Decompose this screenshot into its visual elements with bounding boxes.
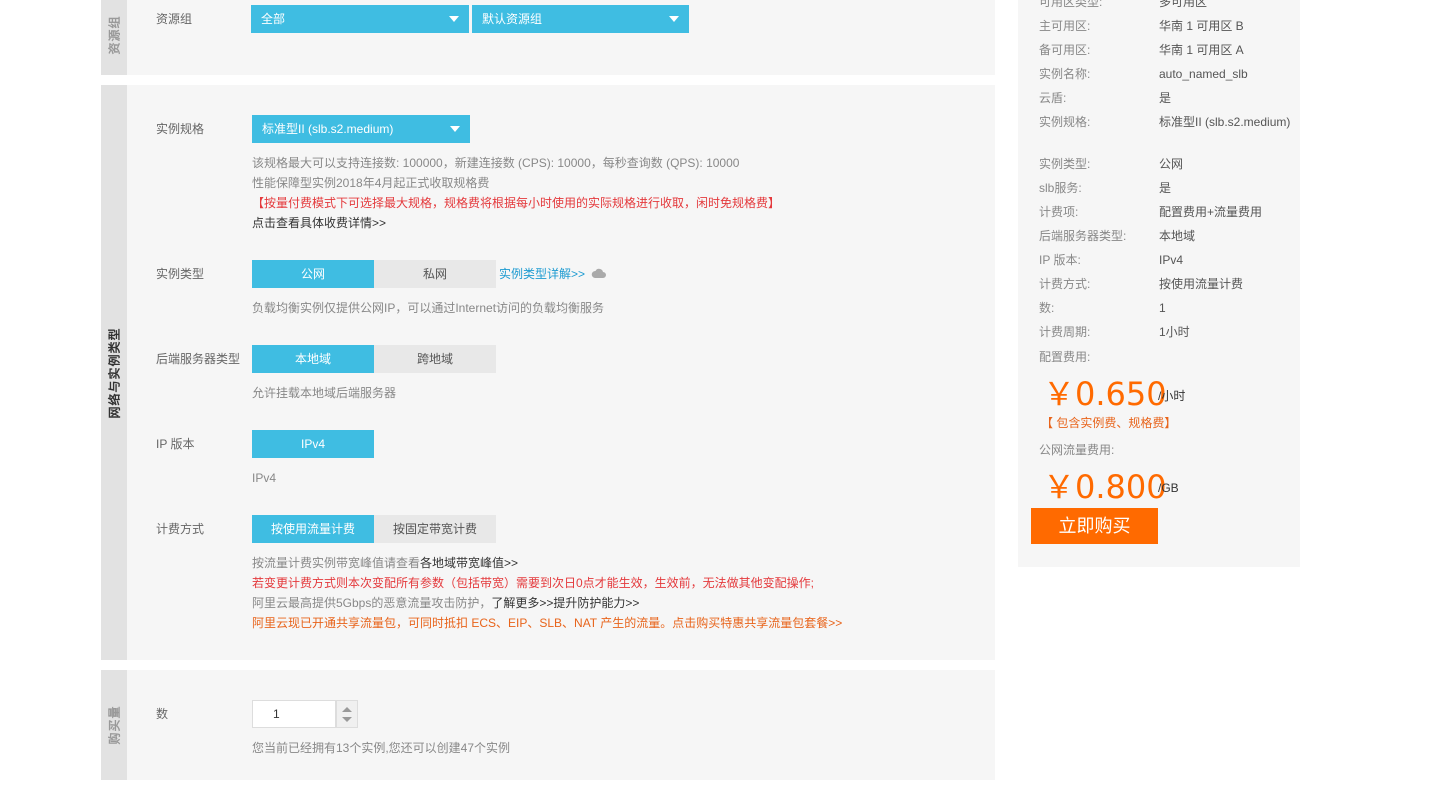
resource-group-filter-dropdown[interactable]: 全部	[251, 5, 469, 33]
summary-row-value: 配置费用+流量费用	[1159, 205, 1263, 219]
instance-type-detail[interactable]: 实例类型详解>>	[499, 264, 607, 285]
instance-type-label: 实例类型	[156, 267, 205, 281]
chevron-down-icon	[449, 16, 459, 22]
summary-row-value: 是	[1159, 181, 1172, 195]
summary-row-key: 实例规格:	[1039, 115, 1091, 129]
backend-type-label: 后端服务器类型	[156, 352, 241, 366]
purchase-side-tab: 购买量	[101, 670, 127, 780]
summary-row-value: IPv4	[1159, 253, 1184, 267]
billing-change-warning: 若变更计费方式则本次变配所有参数（包括带宽）需要到次日0点才能生效，生效前，无法…	[252, 576, 815, 590]
instance-type-detail-link[interactable]: 实例类型详解>>	[499, 267, 585, 281]
billing-method-label: 计费方式	[156, 522, 205, 536]
summary-row-value: 按使用流量计费	[1159, 277, 1244, 291]
summary-row-key: IP 版本:	[1039, 253, 1081, 267]
summary-row-key: 实例类型:	[1039, 157, 1091, 171]
shared-traffic-package-link[interactable]: 阿里云现已开通共享流量包，可同时抵扣 ECS、EIP、SLB、NAT 产生的流量…	[252, 613, 842, 633]
config-fee-price: ￥0.650	[1043, 375, 1167, 413]
summary-row-key: 云盾:	[1039, 91, 1067, 105]
summary-row-value: 多可用区	[1159, 0, 1208, 9]
ip-version-label: IP 版本	[156, 437, 195, 451]
traffic-fee-price: ￥0.800	[1043, 468, 1167, 506]
config-fee-unit: /小时	[1158, 389, 1186, 403]
dropdown-value: 默认资源组	[482, 12, 543, 26]
summary-row-value: 华南 1 可用区 B	[1159, 19, 1244, 33]
billing-traffic-button[interactable]: 按使用流量计费	[252, 515, 374, 543]
summary-row-key: 后端服务器类型:	[1039, 229, 1127, 243]
purchase-section: 购买量 数 1 您当前已经拥有13个实例,您还可以创建47个实例	[101, 670, 995, 780]
backend-type-desc: 允许挂载本地域后端服务器	[252, 386, 397, 400]
summary-row-key: 计费项:	[1039, 205, 1079, 219]
summary-row-value: 是	[1159, 91, 1172, 105]
spec-label: 实例规格	[156, 122, 205, 136]
dropdown-value: 全部	[261, 12, 286, 26]
summary-row-value: 华南 1 可用区 A	[1159, 43, 1244, 57]
network-side-tab: 网络与实例类型	[101, 85, 127, 660]
ddos-protection-note: 阿里云最高提供5Gbps的恶意流量攻击防护，了解更多>>提升防护能力>>	[252, 596, 640, 610]
instance-type-public-button[interactable]: 公网	[252, 260, 374, 288]
instance-type-private-button[interactable]: 私网	[374, 260, 496, 288]
summary-row-value: 标准型II (slb.s2.medium)	[1159, 115, 1291, 129]
spec-capacity-text: 该规格最大可以支持连接数: 100000，新建连接数 (CPS): 10000，…	[252, 156, 740, 170]
protection-learn-more-link[interactable]: 了解更多>>提升防护能力>>	[491, 596, 639, 610]
summary-row-value: 本地域	[1159, 229, 1196, 243]
network-section: 网络与实例类型 实例规格 标准型II (slb.s2.medium) 该规格最大…	[101, 85, 995, 660]
backend-cross-region-button[interactable]: 跨地域	[374, 345, 496, 373]
chevron-down-icon	[669, 16, 679, 22]
quantity-label: 数	[156, 707, 169, 721]
summary-row-key: 实例名称:	[1039, 67, 1091, 81]
increment-icon[interactable]	[342, 707, 352, 712]
instance-quota-text: 您当前已经拥有13个实例,您还可以创建47个实例	[252, 741, 511, 755]
resource-group-side-tab: 资源组	[101, 0, 127, 75]
quantity-input[interactable]: 1	[252, 700, 336, 728]
cloud-icon	[591, 265, 607, 285]
backend-local-button[interactable]: 本地域	[252, 345, 374, 373]
traffic-fee-unit: /GB	[1158, 481, 1179, 495]
summary-row-key: 数:	[1039, 301, 1055, 315]
summary-row-key: 计费周期:	[1039, 325, 1091, 339]
resource-group-section: 资源组 资源组 全部 默认资源组	[101, 0, 995, 75]
summary-row-key: 可用区类型:	[1039, 0, 1103, 9]
billing-fixed-bandwidth-button[interactable]: 按固定带宽计费	[374, 515, 496, 543]
summary-row-value: 1	[1159, 301, 1166, 315]
bandwidth-peak-link[interactable]: 各地域带宽峰值>>	[420, 556, 518, 570]
order-summary-panel: 可用区类型: 多可用区主可用区: 华南 1 可用区 B 备可用区: 华南 1 可用区 A…	[1018, 0, 1300, 567]
spec-fee-details-link[interactable]: 点击查看具体收费详情>>	[252, 213, 386, 233]
ip-version-desc: IPv4	[252, 471, 277, 485]
resource-group-select-dropdown[interactable]: 默认资源组	[472, 5, 689, 33]
dropdown-value: 标准型II (slb.s2.medium)	[262, 122, 394, 136]
summary-row-value: 1小时	[1159, 325, 1190, 339]
summary-row-key: 主可用区:	[1039, 19, 1091, 33]
ip-version-ipv4-button[interactable]: IPv4	[252, 430, 374, 458]
summary-row-value: 公网	[1159, 157, 1184, 171]
spec-dropdown[interactable]: 标准型II (slb.s2.medium)	[252, 115, 470, 143]
summary-row-key: 计费方式:	[1039, 277, 1091, 291]
chevron-down-icon	[450, 126, 460, 132]
quantity-stepper[interactable]	[336, 700, 358, 728]
billing-bandwidth-note: 按流量计费实例带宽峰值请查看各地域带宽峰值>>	[252, 556, 519, 570]
instance-type-desc: 负载均衡实例仅提供公网IP，可以通过Internet访问的负载均衡服务	[252, 301, 605, 315]
decrement-icon[interactable]	[342, 717, 352, 722]
resource-group-label: 资源组	[156, 12, 193, 26]
spec-billing-warning: 【按量付费模式下可选择最大规格，规格费将根据每小时使用的实际规格进行收取，闲时免…	[252, 196, 781, 210]
spec-fee-notice: 性能保障型实例2018年4月起正式收取规格费	[252, 176, 490, 190]
buy-now-button[interactable]: 立即购买	[1031, 508, 1158, 544]
summary-row-value: auto_named_slb	[1159, 67, 1248, 81]
summary-row-key: 备可用区:	[1039, 43, 1091, 57]
summary-row-key: slb服务:	[1039, 181, 1082, 195]
